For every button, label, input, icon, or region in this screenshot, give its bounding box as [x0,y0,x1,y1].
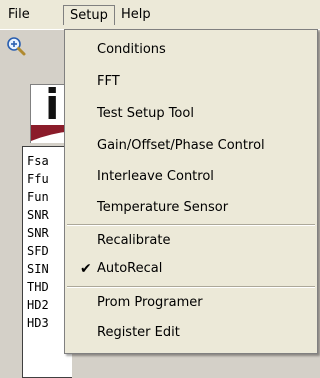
menu-help[interactable]: Help [115,5,157,25]
zoom-in-button[interactable] [4,34,30,58]
menu-item-temperature-sensor[interactable]: Temperature Sensor [65,196,317,220]
menu-bar: File Setup Help [0,0,320,29]
setup-dropdown-menu: Conditions FFT Test Setup Tool Gain/Offs… [64,29,318,354]
checkmark-icon: ✔ [80,261,92,277]
menu-item-conditions[interactable]: Conditions [65,38,317,62]
menu-file[interactable]: File [2,5,36,25]
menu-item-fft[interactable]: FFT [65,70,317,94]
menu-item-register-edit[interactable]: Register Edit [65,321,317,345]
menu-item-test-setup-tool[interactable]: Test Setup Tool [65,102,317,126]
menu-item-prom-programer[interactable]: Prom Programer [65,291,317,315]
menu-separator [67,224,315,226]
menu-separator [67,286,315,288]
menu-item-label: AutoRecal [97,261,163,276]
menu-item-recalibrate[interactable]: Recalibrate [65,229,317,253]
menu-setup[interactable]: Setup [63,5,115,25]
zoom-in-icon [7,37,26,56]
menu-item-autorecal[interactable]: ✔ AutoRecal [65,257,317,281]
menu-item-gain-offset-phase-control[interactable]: Gain/Offset/Phase Control [65,134,317,158]
menu-item-interleave-control[interactable]: Interleave Control [65,165,317,189]
